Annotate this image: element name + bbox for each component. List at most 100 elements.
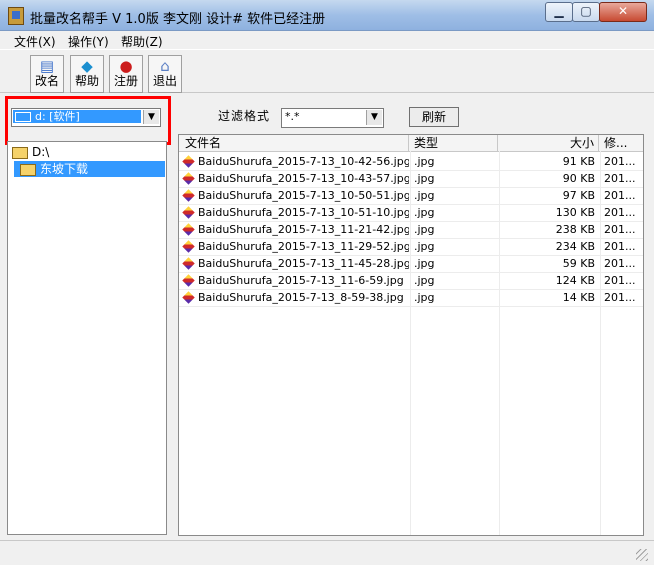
toolbar: ▤ 改名 ◆ 帮助 ● 注册 ⌂ 退出 xyxy=(0,49,654,93)
jpg-file-icon xyxy=(182,189,195,202)
file-modified: 201... xyxy=(604,155,636,168)
jpg-file-icon xyxy=(182,223,195,236)
file-name: BaiduShurufa_2015-7-13_11-21-42.jpg xyxy=(198,223,409,236)
file-type: .jpg xyxy=(414,274,435,287)
tree-item-root[interactable]: D:\ xyxy=(12,144,162,160)
jpg-file-icon xyxy=(182,291,195,304)
table-row[interactable]: BaiduShurufa_2015-7-13_10-50-51.jpg .jpg 9… xyxy=(179,187,643,205)
file-name: BaiduShurufa_2015-7-13_10-42-56.jpg xyxy=(198,155,409,168)
table-row[interactable]: BaiduShurufa_2015-7-13_10-42-56.jpg .jpg 9… xyxy=(179,153,643,171)
column-header-name[interactable]: 文件名 xyxy=(179,135,409,151)
folder-tree[interactable]: D:\ 东坡下载 xyxy=(7,141,167,535)
file-size: 238 KB xyxy=(555,223,595,236)
list-header: 文件名 类型 大小 修... xyxy=(179,135,643,152)
file-type: .jpg xyxy=(414,291,435,304)
file-name: BaiduShurufa_2015-7-13_11-6-59.jpg xyxy=(198,274,404,287)
drive-selected: d: [软件] xyxy=(13,110,141,123)
table-row[interactable]: BaiduShurufa_2015-7-13_11-29-52.jpg .jpg 2… xyxy=(179,238,643,256)
maximize-button[interactable]: ▢ xyxy=(572,2,600,22)
jpg-file-icon xyxy=(182,206,195,219)
register-button[interactable]: ● 注册 xyxy=(109,55,143,93)
column-header-modified[interactable]: 修... xyxy=(600,135,643,151)
menu-file[interactable]: 文件(X) xyxy=(14,33,56,50)
menu-operate[interactable]: 操作(Y) xyxy=(68,33,109,50)
filter-value: *.* xyxy=(285,110,300,123)
resize-grip-icon[interactable] xyxy=(636,549,648,561)
filter-label: 过滤格式 xyxy=(218,109,271,123)
table-row[interactable]: BaiduShurufa_2015-7-13_11-6-59.jpg .jpg 12… xyxy=(179,272,643,290)
rename-button[interactable]: ▤ 改名 xyxy=(30,55,64,93)
file-modified: 201... xyxy=(604,189,636,202)
rename-icon: ▤ xyxy=(39,57,55,75)
file-size: 124 KB xyxy=(555,274,595,287)
close-button[interactable]: ✕ xyxy=(599,2,647,22)
file-name: BaiduShurufa_2015-7-13_10-50-51.jpg xyxy=(198,189,409,202)
register-icon: ● xyxy=(119,57,133,75)
table-row[interactable]: BaiduShurufa_2015-7-13_10-51-10.jpg .jpg 1… xyxy=(179,204,643,222)
file-name: BaiduShurufa_2015-7-13_8-59-38.jpg xyxy=(198,291,404,304)
file-modified: 201... xyxy=(604,291,636,304)
file-size: 59 KB xyxy=(562,257,595,270)
file-name: BaiduShurufa_2015-7-13_11-29-52.jpg xyxy=(198,240,409,253)
minimize-button[interactable]: ▁ xyxy=(545,2,573,22)
jpg-file-icon xyxy=(182,274,195,287)
table-row[interactable]: BaiduShurufa_2015-7-13_11-21-42.jpg .jpg 2… xyxy=(179,221,643,239)
jpg-file-icon xyxy=(182,172,195,185)
chevron-down-icon[interactable]: ▼ xyxy=(143,110,159,124)
file-modified: 201... xyxy=(604,274,636,287)
register-label: 注册 xyxy=(113,74,138,88)
file-name-cell: BaiduShurufa_2015-7-13_10-50-51.jpg xyxy=(179,187,409,204)
file-size: 91 KB xyxy=(562,155,595,168)
help-button[interactable]: ◆ 帮助 xyxy=(70,55,104,93)
file-name-cell: BaiduShurufa_2015-7-13_10-43-57.jpg xyxy=(179,170,409,187)
file-type: .jpg xyxy=(414,257,435,270)
drive-icon xyxy=(15,112,31,122)
file-name-cell: BaiduShurufa_2015-7-13_8-59-38.jpg xyxy=(179,289,409,306)
tree-item-label: 东坡下载 xyxy=(40,162,89,176)
open-folder-icon xyxy=(12,147,28,159)
file-name: BaiduShurufa_2015-7-13_10-43-57.jpg xyxy=(198,172,409,185)
exit-button[interactable]: ⌂ 退出 xyxy=(148,55,182,93)
column-header-size[interactable]: 大小 xyxy=(499,135,599,151)
rename-label: 改名 xyxy=(34,74,59,88)
tree-item-label: D:\ xyxy=(32,145,50,159)
file-name-cell: BaiduShurufa_2015-7-13_10-42-56.jpg xyxy=(179,153,409,170)
column-header-type[interactable]: 类型 xyxy=(410,135,498,151)
file-list[interactable]: 文件名 类型 大小 修... BaiduShurufa_2015-7-13_10… xyxy=(178,134,644,536)
menu-bar: 文件(X) 操作(Y) 帮助(Z) xyxy=(0,31,654,49)
chevron-down-icon[interactable]: ▼ xyxy=(366,110,382,125)
title-bar[interactable]: 批量改名帮手 V 1.0版 李文刚 设计# 软件已经注册 ▁ ▢ ✕ xyxy=(0,0,654,31)
help-label: 帮助 xyxy=(74,74,99,88)
drive-selected-label: d: [软件] xyxy=(35,110,80,123)
window-title: 批量改名帮手 V 1.0版 李文刚 设计# 软件已经注册 xyxy=(30,12,326,27)
file-type: .jpg xyxy=(414,206,435,219)
app-icon xyxy=(8,7,24,25)
file-type: .jpg xyxy=(414,223,435,236)
exit-label: 退出 xyxy=(152,74,177,88)
drive-select[interactable]: d: [软件] ▼ xyxy=(11,108,161,127)
file-name-cell: BaiduShurufa_2015-7-13_11-21-42.jpg xyxy=(179,221,409,238)
table-row[interactable]: BaiduShurufa_2015-7-13_8-59-38.jpg .jpg 14… xyxy=(179,289,643,307)
file-size: 90 KB xyxy=(562,172,595,185)
file-modified: 201... xyxy=(604,240,636,253)
file-name-cell: BaiduShurufa_2015-7-13_11-29-52.jpg xyxy=(179,238,409,255)
filter-select[interactable]: *.* ▼ xyxy=(281,108,384,128)
file-name-cell: BaiduShurufa_2015-7-13_10-51-10.jpg xyxy=(179,204,409,221)
file-type: .jpg xyxy=(414,240,435,253)
tree-item-dongpo[interactable]: 东坡下载 xyxy=(14,161,165,177)
jpg-file-icon xyxy=(182,155,195,168)
file-modified: 201... xyxy=(604,223,636,236)
table-row[interactable]: BaiduShurufa_2015-7-13_10-43-57.jpg .jpg 9… xyxy=(179,170,643,188)
menu-help[interactable]: 帮助(Z) xyxy=(121,33,163,50)
file-modified: 201... xyxy=(604,172,636,185)
file-modified: 201... xyxy=(604,257,636,270)
file-type: .jpg xyxy=(414,155,435,168)
file-name: BaiduShurufa_2015-7-13_10-51-10.jpg xyxy=(198,206,409,219)
open-folder-icon xyxy=(20,164,36,176)
table-row[interactable]: BaiduShurufa_2015-7-13_11-45-28.jpg .jpg 5… xyxy=(179,255,643,273)
file-size: 130 KB xyxy=(555,206,595,219)
help-icon: ◆ xyxy=(81,57,93,75)
file-name-cell: BaiduShurufa_2015-7-13_11-45-28.jpg xyxy=(179,255,409,272)
status-bar xyxy=(0,540,654,565)
refresh-button[interactable]: 刷新 xyxy=(409,107,459,127)
